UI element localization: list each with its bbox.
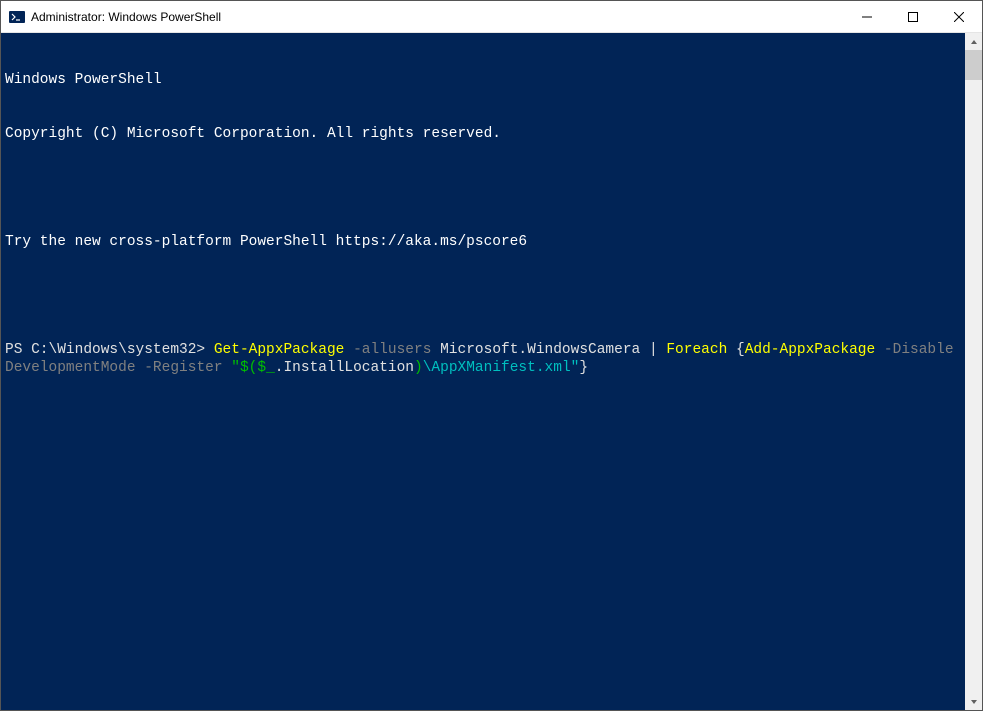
- command-line: PS C:\Windows\system32> Get-AppxPackage …: [5, 341, 961, 377]
- cmd-token-str-esc: \AppXManifest.xml": [423, 360, 580, 376]
- maximize-button[interactable]: [890, 1, 936, 32]
- prompt-prefix: PS C:\Windows\system32>: [5, 342, 214, 358]
- cmd-token-cmd: Foreach: [666, 342, 727, 358]
- banner-line: Windows PowerShell: [5, 71, 961, 89]
- cmd-token-white: }: [579, 360, 588, 376]
- scrollbar-thumb[interactable]: [965, 50, 982, 80]
- console[interactable]: Windows PowerShell Copyright (C) Microso…: [1, 33, 965, 710]
- scrollbar-track[interactable]: [965, 50, 982, 693]
- blank-line: [5, 287, 961, 305]
- cmd-token-str: ): [414, 360, 423, 376]
- titlebar[interactable]: Administrator: Windows PowerShell: [1, 1, 982, 33]
- powershell-icon: [9, 9, 25, 25]
- cmd-token-white: |: [649, 342, 658, 358]
- cmd-token-white: [223, 360, 232, 376]
- console-area: Windows PowerShell Copyright (C) Microso…: [1, 33, 982, 710]
- scroll-up-button[interactable]: [965, 33, 982, 50]
- close-button[interactable]: [936, 1, 982, 32]
- cmd-token-white: Microsoft.WindowsCamera: [431, 342, 649, 358]
- hint-line: Try the new cross-platform PowerShell ht…: [5, 233, 961, 251]
- cmd-token-param: -allusers: [353, 342, 431, 358]
- titlebar-controls: [844, 1, 982, 32]
- window-title: Administrator: Windows PowerShell: [31, 10, 844, 24]
- cmd-token-white: .InstallLocation: [275, 360, 414, 376]
- blank-line: [5, 179, 961, 197]
- minimize-button[interactable]: [844, 1, 890, 32]
- banner-line: Copyright (C) Microsoft Corporation. All…: [5, 125, 961, 143]
- cmd-token-white: {: [727, 342, 744, 358]
- cmd-token-str: "$(: [231, 360, 257, 376]
- vertical-scrollbar[interactable]: [965, 33, 982, 710]
- scroll-down-button[interactable]: [965, 693, 982, 710]
- cmd-token-white: [875, 342, 884, 358]
- cmd-token-param: -Register: [144, 360, 222, 376]
- powershell-window: Administrator: Windows PowerShell Window…: [0, 0, 983, 711]
- cmd-token-white: [344, 342, 353, 358]
- cmd-token-cmd: Add-AppxPackage: [745, 342, 876, 358]
- cmd-token-cmd: Get-AppxPackage: [214, 342, 345, 358]
- cmd-token-str: $_: [257, 360, 274, 376]
- cmd-token-white: [136, 360, 145, 376]
